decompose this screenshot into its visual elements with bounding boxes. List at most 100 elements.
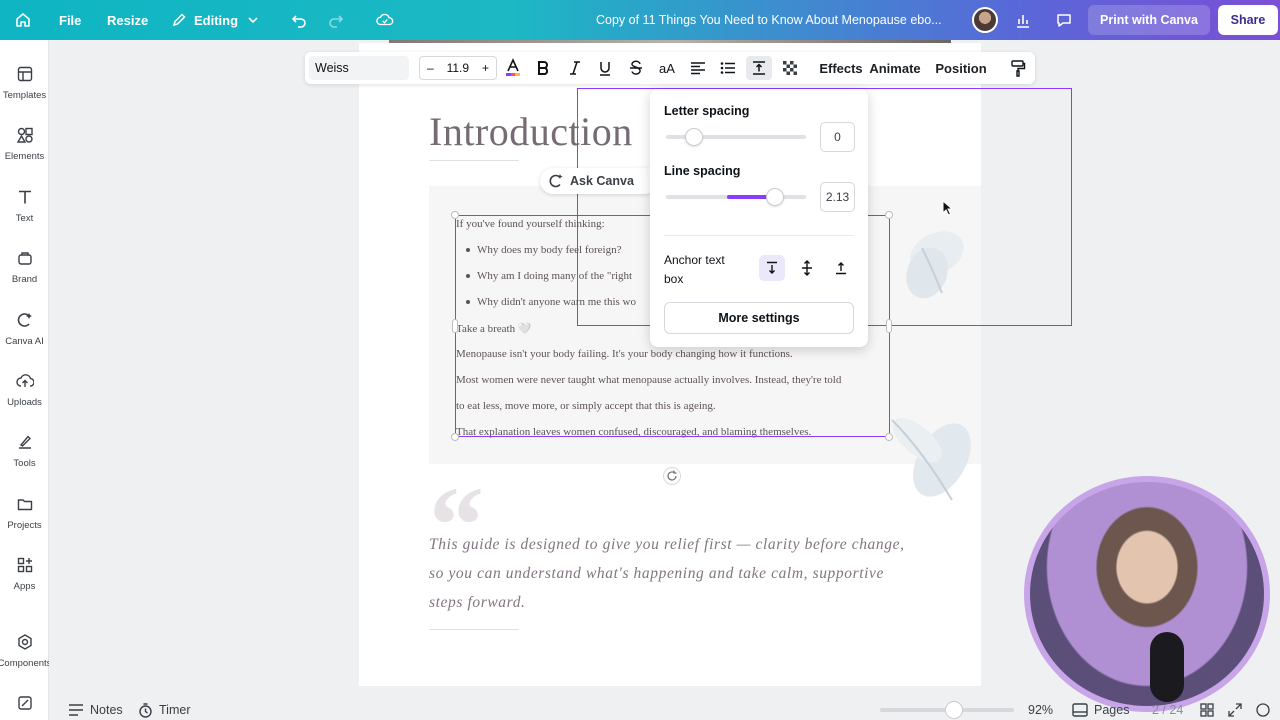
quote-text-line[interactable]: steps forward. [429, 594, 526, 612]
resize-handle[interactable] [885, 211, 893, 219]
font-size-stepper[interactable]: – 11.9 + [419, 56, 497, 80]
strikethrough-button[interactable] [626, 56, 646, 80]
italic-button[interactable] [565, 56, 585, 80]
anchor-middle-button[interactable] [794, 255, 820, 281]
text-color-button[interactable] [503, 56, 523, 80]
sidebar-item-components[interactable]: Components [0, 632, 52, 669]
pages-icon [1072, 703, 1088, 717]
list-button[interactable] [718, 56, 738, 80]
editing-menu[interactable]: Editing [170, 0, 262, 40]
align-button[interactable] [688, 56, 708, 80]
resize-button[interactable]: Resize [107, 0, 148, 40]
position-button[interactable]: Position [932, 56, 990, 80]
sidebar-item-text[interactable]: Text [0, 187, 49, 224]
timer-button[interactable]: Timer [138, 700, 190, 720]
cloud-sync-button[interactable] [376, 0, 394, 40]
line-spacing-slider[interactable] [666, 188, 806, 206]
rotate-handle[interactable] [663, 467, 681, 485]
letter-spacing-input[interactable]: 0 [820, 122, 855, 152]
anchor-top-button[interactable] [759, 255, 785, 281]
letter-spacing-slider[interactable] [666, 128, 806, 146]
help-button[interactable] [1256, 700, 1270, 720]
sidebar-item-elements[interactable]: Elements [0, 125, 49, 162]
grid-view-button[interactable] [1200, 700, 1214, 720]
copy-style-button[interactable] [1008, 56, 1028, 80]
side-handle[interactable] [886, 319, 892, 333]
decrease-font-size-button[interactable]: – [427, 61, 434, 75]
anchor-top-icon [767, 261, 777, 274]
apps-icon [15, 555, 35, 575]
pencil-icon [170, 11, 188, 29]
chevron-down-icon [244, 11, 262, 29]
font-size-value[interactable]: 11.9 [447, 61, 469, 75]
sidebar-item-canva-ai[interactable]: Canva AI [0, 310, 49, 347]
share-button[interactable]: Share [1218, 5, 1278, 35]
ask-canva-label: Ask Canva [570, 174, 634, 188]
spacing-popover: Letter spacing 0 Line spacing 2.13 Ancho… [650, 89, 868, 347]
side-handle[interactable] [452, 319, 458, 333]
resize-handle[interactable] [451, 211, 459, 219]
components-icon [15, 632, 35, 652]
resize-handle[interactable] [451, 433, 459, 441]
sidebar-item-tools[interactable]: Tools [0, 432, 49, 469]
home-icon [14, 11, 32, 29]
spacing-button[interactable] [746, 56, 772, 80]
sidebar-item-label: Text [15, 213, 34, 224]
home-button[interactable] [14, 0, 32, 40]
underline-button[interactable] [595, 56, 615, 80]
ask-canva-button[interactable]: Ask Canva [540, 168, 658, 194]
canva-ai-icon [549, 174, 563, 188]
sidebar-item-label: Components [0, 658, 52, 669]
notes-button[interactable]: Notes [68, 700, 123, 720]
undo-icon [290, 11, 308, 29]
quote-mark-graphic: “ [429, 464, 484, 586]
popover-divider [664, 235, 854, 236]
rotate-icon [667, 470, 677, 481]
zoom-slider-thumb[interactable] [944, 701, 963, 719]
insights-button[interactable] [1014, 0, 1032, 40]
mouse-cursor-icon [942, 200, 954, 216]
webcam-overlay [1024, 476, 1270, 712]
bullet-list-icon [720, 62, 735, 74]
quote-text-line[interactable]: This guide is designed to give you relie… [429, 536, 905, 554]
user-avatar[interactable] [972, 7, 998, 33]
transparency-button[interactable] [779, 56, 801, 80]
effects-button[interactable]: Effects [811, 56, 871, 80]
resize-handle[interactable] [885, 433, 893, 441]
comments-button[interactable] [1055, 0, 1073, 40]
bold-button[interactable] [533, 56, 553, 80]
quote-text-line[interactable]: so you can understand what's happening a… [429, 565, 884, 583]
transparency-icon [783, 61, 797, 75]
letter-spacing-thumb[interactable] [685, 128, 703, 146]
print-with-canva-button[interactable]: Print with Canva [1088, 5, 1210, 35]
sidebar-item-apps[interactable]: Apps [0, 555, 49, 592]
undo-button[interactable] [290, 0, 308, 40]
redo-button[interactable] [327, 0, 345, 40]
anchor-text-box-label: Anchor text box [664, 253, 725, 286]
document-title[interactable]: Copy of 11 Things You Need to Know About… [596, 0, 956, 40]
more-settings-button[interactable]: More settings [664, 302, 854, 334]
pages-button[interactable]: Pages [1072, 700, 1129, 720]
sidebar-item-label: Brand [11, 274, 38, 285]
redo-icon [327, 11, 345, 29]
anchor-bottom-button[interactable] [828, 255, 854, 281]
italic-icon [570, 61, 580, 75]
zoom-level[interactable]: 92% [1028, 700, 1053, 720]
sidebar-item-brand[interactable]: Brand [0, 248, 49, 285]
fullscreen-button[interactable] [1228, 700, 1242, 720]
file-menu[interactable]: File [59, 0, 81, 40]
projects-icon [15, 494, 35, 514]
fullscreen-icon [1228, 703, 1242, 717]
notes-icon [69, 704, 83, 716]
sidebar-item-templates[interactable]: Templates [0, 64, 49, 101]
font-family-select[interactable]: Weiss [309, 56, 409, 80]
line-spacing-thumb[interactable] [766, 188, 785, 206]
sidebar-item-uploads[interactable]: Uploads [0, 371, 49, 408]
animate-button[interactable]: Animate [867, 56, 923, 80]
align-left-icon [691, 62, 705, 75]
sidebar-item-draw[interactable] [0, 693, 49, 713]
line-spacing-input[interactable]: 2.13 [820, 182, 855, 212]
increase-font-size-button[interactable]: + [482, 61, 489, 75]
sidebar-item-projects[interactable]: Projects [0, 494, 49, 531]
letter-case-button[interactable]: aA [655, 56, 679, 80]
